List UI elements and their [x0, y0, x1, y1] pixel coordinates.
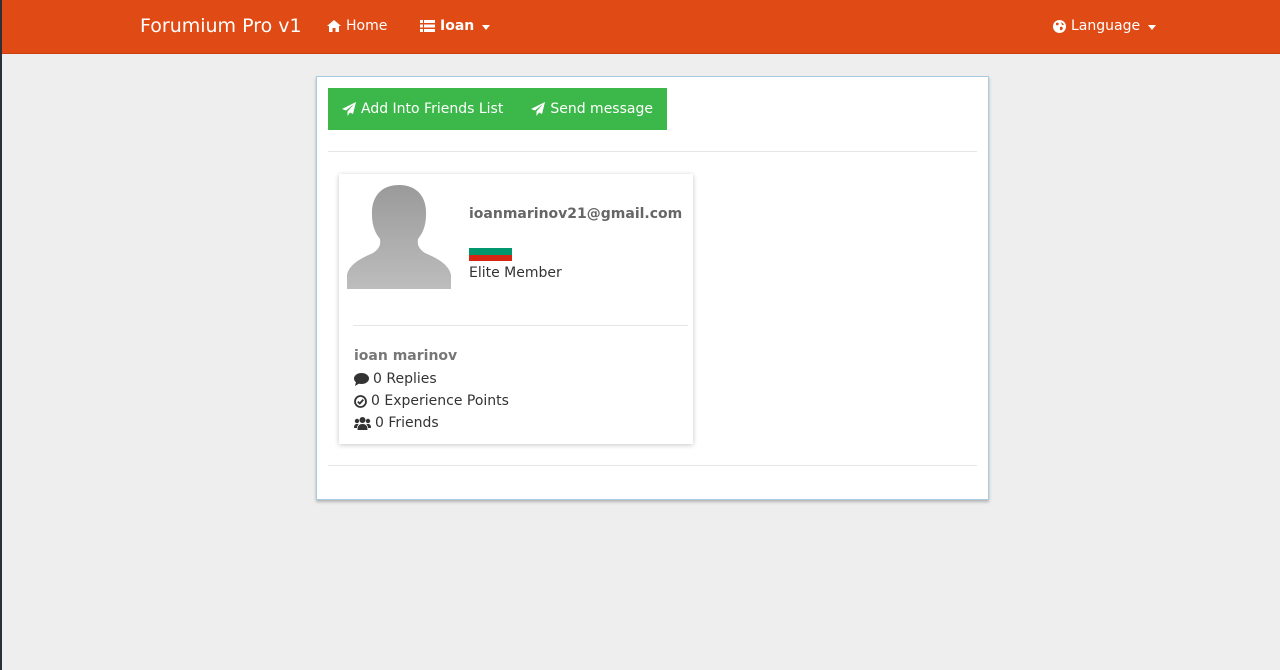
avatar — [347, 185, 451, 289]
stat-replies-label: 0 Replies — [373, 371, 437, 387]
stat-replies: 0 Replies — [354, 371, 437, 387]
nav-language-label: Language — [1071, 18, 1141, 34]
divider — [328, 151, 977, 152]
window-left-edge — [0, 0, 2, 670]
users-icon — [354, 416, 371, 430]
profile-email: ioanmarinov21@gmail.com — [469, 206, 683, 222]
chevron-down-icon — [482, 24, 491, 30]
nav-home-link[interactable]: Home — [327, 18, 387, 34]
nav-user-dropdown[interactable]: Ioan — [420, 18, 491, 34]
member-rank: Elite Member — [469, 265, 562, 281]
list-icon — [420, 20, 435, 32]
paper-plane-icon — [531, 102, 546, 116]
stat-friends: 0 Friends — [354, 415, 439, 431]
card-divider — [353, 325, 688, 326]
nav-home-label: Home — [346, 18, 388, 34]
globe-icon — [1053, 19, 1066, 33]
add-friend-label: Add Into Friends List — [361, 101, 504, 117]
stat-friends-label: 0 Friends — [375, 415, 439, 431]
profile-name: ioan marinov — [354, 348, 458, 364]
divider — [328, 465, 977, 466]
paper-plane-icon — [342, 102, 356, 116]
top-navbar: Forumium Pro v1 Home Ioan Language — [2, 0, 1280, 54]
chevron-down-icon — [1148, 24, 1157, 30]
check-circle-icon — [354, 394, 367, 408]
add-friend-button[interactable]: Add Into Friends List — [328, 88, 518, 130]
home-icon — [327, 20, 341, 32]
stat-experience: 0 Experience Points — [354, 393, 509, 409]
send-message-button[interactable]: Send message — [517, 88, 667, 130]
stat-experience-label: 0 Experience Points — [371, 393, 509, 409]
country-flag — [469, 242, 512, 261]
nav-user-label: Ioan — [440, 18, 475, 34]
brand-link[interactable]: Forumium Pro v1 — [140, 15, 302, 37]
flag-stripe-red — [469, 254, 512, 261]
profile-action-group: Add Into Friends List Send message — [328, 88, 667, 130]
profile-panel: Add Into Friends List Send message ioanm… — [316, 76, 989, 500]
user-profile-card: ioanmarinov21@gmail.com Elite Member ioa… — [339, 174, 693, 444]
nav-language-dropdown[interactable]: Language — [1053, 18, 1157, 34]
send-message-label: Send message — [550, 101, 653, 117]
comment-icon — [354, 372, 369, 386]
